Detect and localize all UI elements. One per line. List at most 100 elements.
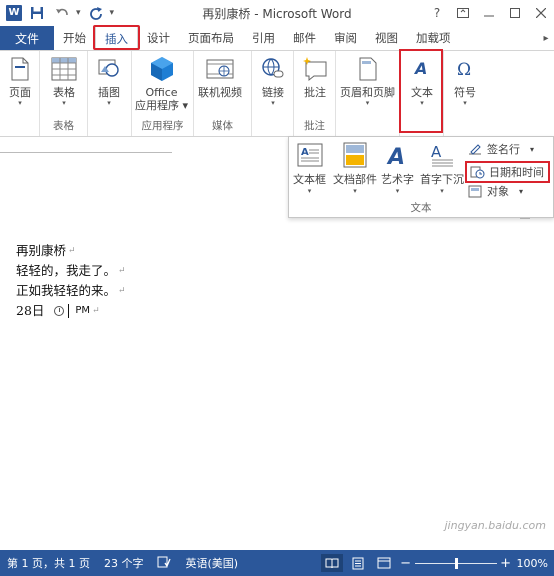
tab-insert[interactable]: 插入 bbox=[93, 25, 140, 50]
tab-file[interactable]: 文件 bbox=[0, 26, 54, 50]
web-layout-icon[interactable] bbox=[373, 554, 395, 572]
help-button[interactable]: ? bbox=[424, 0, 450, 26]
doc-line-3[interactable]: 正如我轻轻的来。 ↵ bbox=[16, 281, 126, 301]
doc-line-2[interactable]: 轻轻的，我走了。 ↵ bbox=[16, 261, 126, 281]
tabs-scroll-icon[interactable]: ▸ bbox=[538, 26, 554, 50]
undo-dropdown-icon[interactable]: ▾ bbox=[76, 8, 81, 18]
text-button-highlight bbox=[399, 49, 443, 133]
doc-line-title[interactable]: 再别康桥 ↵ bbox=[16, 241, 126, 261]
header-footer-label: 页眉和页脚 bbox=[340, 86, 395, 99]
group-media: 联机视频 媒体 bbox=[194, 51, 252, 136]
text-cursor bbox=[68, 304, 70, 318]
undo-icon[interactable] bbox=[52, 3, 72, 23]
read-mode-icon[interactable] bbox=[320, 554, 343, 572]
group-comments: 批注 批注 bbox=[294, 51, 336, 136]
ribbon-display-options-icon[interactable] bbox=[450, 0, 476, 26]
word-count[interactable]: 23 个字 bbox=[97, 555, 151, 571]
comment-icon bbox=[301, 55, 329, 83]
pages-label: 页面 bbox=[9, 86, 31, 99]
group-header-footer: 页眉和页脚 ▾ bbox=[336, 51, 400, 136]
store-bag-icon bbox=[148, 55, 176, 83]
tab-view[interactable]: 视图 bbox=[366, 26, 407, 50]
symbol-button[interactable]: Ω 符号 ▾ bbox=[451, 55, 479, 108]
document-body[interactable]: 再别康桥 ↵ 轻轻的，我走了。 ↵ 正如我轻轻的来。 ↵ 28日 PM ↵ bbox=[16, 241, 126, 321]
date-time-icon bbox=[469, 165, 485, 179]
zoom-in-button[interactable]: + bbox=[499, 556, 513, 571]
table-label: 表格 bbox=[53, 86, 75, 99]
language-indicator[interactable]: 英语(美国) bbox=[178, 555, 245, 571]
date-time-button[interactable]: 日期和时间 bbox=[465, 161, 550, 183]
links-button[interactable]: 链接 ▾ bbox=[259, 55, 287, 108]
doc-line-date[interactable]: 28日 PM ↵ bbox=[16, 301, 126, 321]
signature-line-button[interactable]: 签名行 ▾ bbox=[467, 141, 534, 157]
pages-button[interactable]: 页面 ▾ bbox=[6, 55, 34, 108]
word-app-icon[interactable]: W bbox=[6, 5, 22, 21]
office-apps-button[interactable]: Office 应用程序 ▾ bbox=[135, 55, 188, 112]
quick-parts-button[interactable]: 文档部件 ▾ bbox=[333, 141, 377, 196]
group-apps-name: 应用程序 bbox=[141, 120, 184, 132]
tab-review[interactable]: 审阅 bbox=[325, 26, 366, 50]
text-gallery-group-name: 文本 bbox=[410, 202, 432, 214]
page-icon bbox=[6, 55, 34, 83]
tab-addins[interactable]: 加载项 bbox=[407, 26, 460, 50]
quick-parts-label: 文档部件 bbox=[333, 173, 377, 186]
object-label: 对象 bbox=[487, 185, 509, 198]
signature-caret-icon: ▾ bbox=[530, 144, 535, 154]
zoom-level[interactable]: 100% bbox=[513, 557, 554, 570]
symbol-label: 符号 bbox=[454, 86, 476, 99]
textbox-button[interactable]: A 文本框 ▾ bbox=[293, 141, 326, 196]
textbox-caret-icon: ▾ bbox=[307, 187, 312, 195]
watermark-text: jingyan.baidu.com bbox=[444, 519, 546, 532]
tab-mailings[interactable]: 邮件 bbox=[284, 26, 325, 50]
tab-design[interactable]: 设计 bbox=[138, 26, 179, 50]
title-bar: W ▾ ▾ 再别康桥 - Microsoft Word ? bbox=[0, 0, 554, 26]
illustrations-label: 插图 bbox=[98, 86, 120, 99]
page-count[interactable]: 第 1 页，共 1 页 bbox=[0, 555, 97, 571]
date-time-label: 日期和时间 bbox=[489, 166, 544, 179]
drop-cap-button[interactable]: A 首字下沉 ▾ bbox=[420, 141, 464, 196]
drop-cap-label: 首字下沉 bbox=[420, 173, 464, 186]
header-footer-icon bbox=[354, 55, 382, 83]
status-bar: 第 1 页，共 1 页 23 个字 英语(美国) − + 100% bbox=[0, 550, 554, 576]
object-button[interactable]: 对象 ▾ bbox=[467, 183, 523, 199]
print-layout-icon[interactable] bbox=[347, 554, 369, 572]
group-tables: 表格 ▾ 表格 bbox=[40, 51, 88, 136]
customize-qat-icon[interactable]: ▾ bbox=[110, 8, 115, 18]
textbox-icon: A bbox=[296, 141, 324, 169]
ribbon: 页面 ▾ 表格 ▾ 表格 插图 ▾ Office 应用程序 ▾ 应用程序 联机视… bbox=[0, 49, 554, 137]
links-label: 链接 bbox=[262, 86, 284, 99]
object-icon bbox=[467, 184, 483, 198]
minimize-icon[interactable] bbox=[476, 0, 502, 26]
header-footer-button[interactable]: 页眉和页脚 ▾ bbox=[340, 55, 395, 108]
zoom-slider-thumb[interactable] bbox=[454, 557, 458, 569]
signature-icon bbox=[467, 142, 483, 156]
svg-text:A: A bbox=[431, 143, 442, 161]
drop-cap-icon: A bbox=[428, 141, 456, 169]
pages-caret-icon: ▾ bbox=[18, 99, 22, 107]
redo-icon[interactable] bbox=[86, 3, 106, 23]
tab-home[interactable]: 开始 bbox=[54, 26, 95, 50]
close-icon[interactable] bbox=[528, 0, 554, 26]
tab-references[interactable]: 引用 bbox=[243, 26, 284, 50]
save-icon[interactable] bbox=[27, 3, 47, 23]
zoom-slider[interactable] bbox=[414, 557, 497, 569]
wordart-button[interactable]: A 艺术字 ▾ bbox=[381, 141, 414, 196]
restore-icon[interactable] bbox=[502, 0, 528, 26]
group-links: 链接 ▾ bbox=[252, 51, 294, 136]
group-tables-name: 表格 bbox=[53, 120, 74, 132]
wordart-icon: A bbox=[384, 141, 412, 169]
tab-page-layout[interactable]: 页面布局 bbox=[179, 26, 243, 50]
signature-line-label: 签名行 bbox=[487, 143, 520, 156]
illustrations-button[interactable]: 插图 ▾ bbox=[95, 55, 123, 108]
table-button[interactable]: 表格 ▾ bbox=[50, 55, 78, 108]
group-pages: 页面 ▾ bbox=[0, 51, 40, 136]
proofing-icon[interactable] bbox=[150, 556, 178, 571]
zoom-out-button[interactable]: − bbox=[399, 556, 413, 571]
online-video-button[interactable]: 联机视频 bbox=[198, 55, 242, 99]
text-gallery-panel: A 文本框 ▾ 文档部件 ▾ A 艺术字 ▾ A 首字下沉 ▾ 签名行 ▾ 日期… bbox=[288, 136, 554, 218]
comment-button[interactable]: 批注 bbox=[301, 55, 329, 99]
online-video-label: 联机视频 bbox=[198, 86, 242, 99]
group-comments-name: 批注 bbox=[304, 120, 325, 132]
textbox-label: 文本框 bbox=[293, 173, 326, 186]
object-caret-icon: ▾ bbox=[519, 186, 524, 196]
